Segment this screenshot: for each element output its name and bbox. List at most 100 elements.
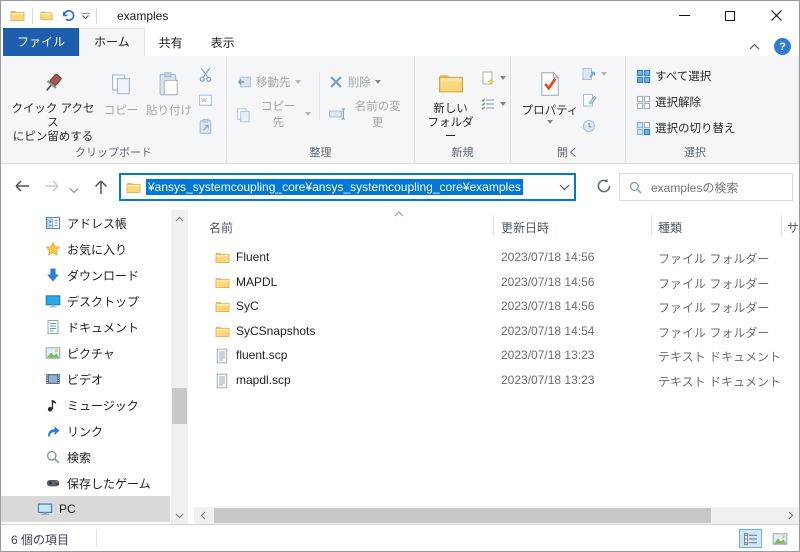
forward-button[interactable]: [43, 178, 61, 197]
search-icon: [628, 180, 643, 195]
file-row-mapdl-scp[interactable]: mapdl.scp 2023/07/18 13:23 テキスト ドキュメント: [194, 369, 799, 394]
back-button[interactable]: [13, 178, 31, 197]
tab-view[interactable]: 表示: [197, 30, 249, 56]
scroll-up-button[interactable]: [171, 210, 188, 227]
select-none-icon: [636, 95, 651, 110]
scroll-left-button[interactable]: [194, 507, 211, 524]
text-document-icon: [214, 373, 230, 389]
qat-folder-icon[interactable]: [39, 9, 54, 22]
properties-icon: [537, 70, 563, 98]
tab-file[interactable]: ファイル: [3, 28, 79, 56]
new-item-button[interactable]: [478, 66, 508, 90]
file-list-horizontal-scrollbar[interactable]: [194, 507, 799, 524]
refresh-button[interactable]: [595, 177, 613, 198]
easy-access-button[interactable]: [478, 92, 508, 116]
file-row-sycsnapshots[interactable]: SyCSnapshots 2023/07/18 14:54 ファイル フォルダー: [194, 320, 799, 345]
history-icon: [581, 118, 597, 134]
column-header-type[interactable]: 種類: [658, 219, 682, 236]
sidebar-item-videos[interactable]: ビデオ: [1, 366, 191, 392]
links-icon: [45, 423, 61, 439]
address-dropdown-chevron-icon[interactable]: [559, 184, 570, 191]
sidebar-item-downloads[interactable]: ダウンロード: [1, 262, 191, 288]
sidebar-item-label: ドキュメント: [67, 319, 139, 336]
sidebar-item-favorites[interactable]: お気に入り: [1, 236, 191, 262]
history-button[interactable]: [579, 114, 609, 138]
address-bar-input[interactable]: ¥ansys_systemcoupling_core¥ansys_systemc…: [119, 173, 576, 201]
details-view-icon: [743, 531, 759, 547]
properties-button[interactable]: プロパティ: [521, 58, 579, 144]
details-view-button[interactable]: [739, 529, 762, 548]
sidebar-scrollbar[interactable]: [171, 210, 188, 524]
copy-to-button[interactable]: コピー先: [233, 102, 313, 126]
sidebar-item-pictures[interactable]: ピクチャ: [1, 340, 191, 366]
divider: [651, 215, 652, 235]
qat-customize-chevron-icon[interactable]: [81, 13, 90, 19]
sidebar-item-saved-games[interactable]: 保存したゲーム: [1, 470, 191, 496]
select-none-button[interactable]: 選択解除: [634, 90, 798, 114]
column-header-date-modified[interactable]: 更新日時: [501, 219, 549, 236]
file-name: MAPDL: [236, 275, 277, 289]
sidebar-item-desktop[interactable]: デスクトップ: [1, 288, 191, 314]
folder-icon: [214, 275, 231, 290]
sidebar-item-contacts[interactable]: アドレス帳: [1, 210, 191, 236]
sidebar-item-music[interactable]: ミュージック: [1, 392, 191, 418]
sidebar-item-pc[interactable]: PC: [1, 496, 170, 522]
edit-button[interactable]: [579, 88, 609, 112]
undo-icon[interactable]: [60, 8, 75, 23]
help-icon[interactable]: ?: [774, 38, 791, 55]
address-folder-icon: [125, 180, 142, 195]
address-path-text: ¥ansys_systemcoupling_core¥ansys_systemc…: [146, 179, 523, 195]
cut-button[interactable]: [195, 62, 216, 86]
maximize-button[interactable]: [707, 1, 753, 30]
column-headers: 名前 更新日時 種類 サイズ: [194, 210, 799, 240]
minimize-button[interactable]: [661, 1, 707, 30]
scrollbar-thumb[interactable]: [172, 388, 187, 424]
scroll-right-button[interactable]: [782, 507, 799, 524]
saved-games-icon: [45, 475, 61, 491]
file-type: ファイル フォルダー: [658, 250, 769, 267]
ribbon-group-select: すべて選択 選択解除 選択の切り替え 選択: [626, 56, 799, 163]
sidebar-item-documents[interactable]: ドキュメント: [1, 314, 191, 340]
tab-home[interactable]: ホーム: [79, 28, 145, 56]
up-button[interactable]: [93, 178, 109, 198]
file-type: ファイル フォルダー: [658, 275, 769, 292]
recent-locations-button[interactable]: [69, 182, 79, 197]
close-button[interactable]: [753, 1, 799, 30]
folder-icon: [214, 324, 231, 339]
scrollbar-thumb[interactable]: [214, 508, 711, 523]
pin-to-quick-access-button[interactable]: クイック アクセス にピン留めする: [7, 58, 99, 144]
column-header-name[interactable]: 名前: [209, 219, 233, 236]
sidebar-item-label: 保存したゲーム: [67, 475, 151, 492]
window-title: examples: [117, 9, 168, 23]
file-row-fluent[interactable]: Fluent 2023/07/18 14:56 ファイル フォルダー: [194, 246, 799, 271]
invert-selection-button[interactable]: 選択の切り替え: [634, 116, 798, 140]
sidebar-item-searches[interactable]: 検索: [1, 444, 191, 470]
scroll-down-button[interactable]: [171, 507, 188, 524]
paste-button[interactable]: 貼り付け: [143, 58, 195, 144]
delete-button[interactable]: 削除: [326, 70, 408, 94]
copy-path-button[interactable]: [195, 88, 216, 112]
new-group-label: 新規: [415, 144, 510, 160]
thumbnails-view-button[interactable]: [768, 529, 791, 548]
sidebar-item-links[interactable]: リンク: [1, 418, 191, 444]
move-to-button[interactable]: 移動先: [233, 70, 313, 94]
new-folder-button[interactable]: 新しい フォルダー: [423, 58, 478, 144]
tab-share[interactable]: 共有: [145, 30, 197, 56]
select-all-button[interactable]: すべて選択: [634, 64, 798, 88]
file-row-mapdl[interactable]: MAPDL 2023/07/18 14:56 ファイル フォルダー: [194, 271, 799, 296]
up-arrow-icon: [93, 178, 109, 195]
sidebar-item-label: PC: [59, 502, 76, 516]
rename-button[interactable]: 名前の変更: [326, 102, 408, 126]
chevron-down-icon: [547, 120, 553, 124]
search-input[interactable]: examplesの検索: [619, 173, 793, 201]
copy-button[interactable]: コピー: [99, 58, 143, 144]
file-row-syc[interactable]: SyC 2023/07/18 14:56 ファイル フォルダー: [194, 295, 799, 320]
column-header-size[interactable]: サイズ: [787, 219, 800, 236]
copy-icon: [109, 72, 133, 96]
status-bar: 6 個の項目: [1, 524, 799, 551]
paste-shortcut-button[interactable]: [195, 114, 216, 138]
open-button[interactable]: [579, 62, 609, 86]
scissors-icon: [197, 66, 214, 83]
collapse-ribbon-chevron-icon[interactable]: [749, 43, 760, 50]
file-row-fluent-scp[interactable]: fluent.scp 2023/07/18 13:23 テキスト ドキュメント: [194, 344, 799, 369]
